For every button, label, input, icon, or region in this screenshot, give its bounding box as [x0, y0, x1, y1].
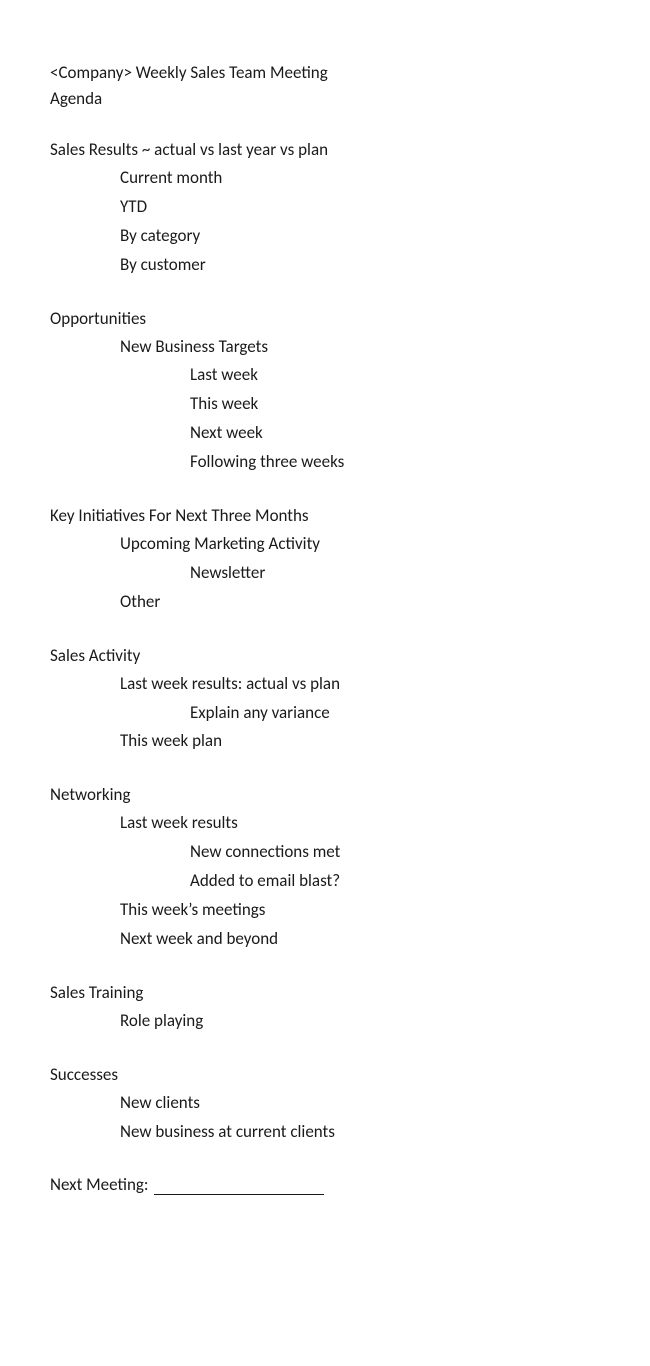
sections-container: Sales Results ~ actual vs last year vs p… — [50, 139, 600, 1146]
section-key-initiatives-item-1: Newsletter — [50, 559, 600, 588]
section-sales-training-item-0: Role playing — [50, 1007, 600, 1036]
section-header-sales-activity: Sales Activity — [50, 645, 600, 666]
section-sales-activity-item-2: This week plan — [50, 727, 600, 756]
section-key-initiatives-item-0: Upcoming Marketing Activity — [50, 530, 600, 559]
section-networking-item-4: Next week and beyond — [50, 925, 600, 954]
section-successes: Successes New clientsNew business at curr… — [50, 1064, 600, 1147]
section-successes-item-0: New clients — [50, 1089, 600, 1118]
title-line1: <Company> Weekly Sales Team Meeting — [50, 60, 600, 86]
next-meeting-label: Next Meeting: — [50, 1174, 148, 1195]
section-networking-item-1: New connections met — [50, 838, 600, 867]
section-sales-activity: Sales Activity Last week results: actual … — [50, 645, 600, 757]
section-sales-activity-item-0: Last week results: actual vs plan — [50, 670, 600, 699]
section-opportunities-item-0: New Business Targets — [50, 333, 600, 362]
section-header-opportunities: Opportunities — [50, 308, 600, 329]
section-header-sales-training: Sales Training — [50, 982, 600, 1003]
title-block: <Company> Weekly Sales Team Meeting Agen… — [50, 60, 600, 111]
section-header-sales-results: Sales Results ~ actual vs last year vs p… — [50, 139, 600, 160]
section-header-key-initiatives: Key Initiatives For Next Three Months — [50, 505, 600, 526]
section-sales-results-item-2: By category — [50, 222, 600, 251]
section-opportunities-item-3: Next week — [50, 419, 600, 448]
next-meeting-underline — [154, 1175, 324, 1195]
section-sales-training: Sales Training Role playing — [50, 982, 600, 1036]
section-networking-item-2: Added to email blast? — [50, 867, 600, 896]
next-meeting-line: Next Meeting: — [50, 1174, 600, 1195]
title-line2: Agenda — [50, 86, 600, 112]
section-opportunities-item-1: Last week — [50, 361, 600, 390]
section-key-initiatives-item-2: Other — [50, 588, 600, 617]
section-sales-results-item-3: By customer — [50, 251, 600, 280]
section-networking-item-3: This week’s meetings — [50, 896, 600, 925]
section-opportunities-item-4: Following three weeks — [50, 448, 600, 477]
section-sales-results: Sales Results ~ actual vs last year vs p… — [50, 139, 600, 280]
section-networking: Networking Last week resultsNew connectio… — [50, 784, 600, 953]
agenda-container: <Company> Weekly Sales Team Meeting Agen… — [50, 60, 600, 1195]
section-key-initiatives: Key Initiatives For Next Three Months Upc… — [50, 505, 600, 617]
next-meeting-section: Next Meeting: — [50, 1174, 600, 1195]
section-networking-item-0: Last week results — [50, 809, 600, 838]
section-sales-results-item-1: YTD — [50, 193, 600, 222]
section-sales-activity-item-1: Explain any variance — [50, 699, 600, 728]
section-header-networking: Networking — [50, 784, 600, 805]
section-sales-results-item-0: Current month — [50, 164, 600, 193]
section-opportunities-item-2: This week — [50, 390, 600, 419]
section-header-successes: Successes — [50, 1064, 600, 1085]
section-opportunities: Opportunities New Business TargetsLast we… — [50, 308, 600, 477]
section-successes-item-1: New business at current clients — [50, 1118, 600, 1147]
